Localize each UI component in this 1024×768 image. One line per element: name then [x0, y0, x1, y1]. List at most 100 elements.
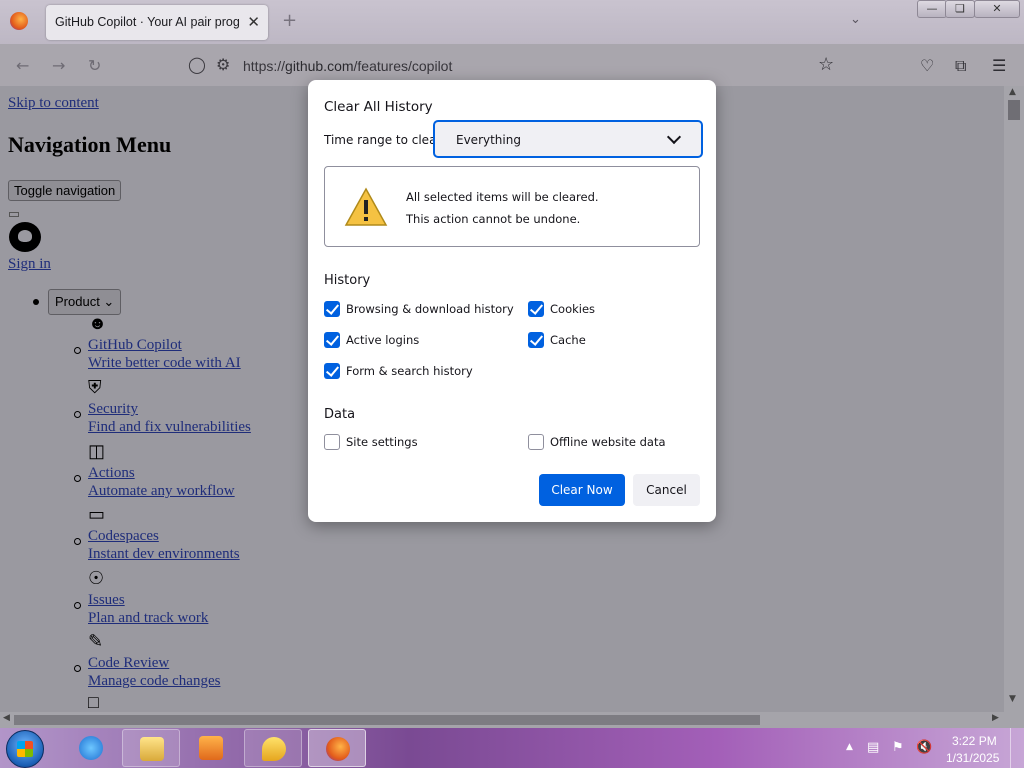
vertical-scroll-thumb[interactable] [1008, 100, 1020, 120]
pocket-icon[interactable]: ♡ [920, 56, 934, 75]
toggle-navigation-button[interactable]: Toggle navigation [8, 180, 122, 201]
horizontal-scrollbar[interactable]: ◀ ▶ [0, 712, 1004, 728]
scroll-down-icon[interactable]: ▼ [1009, 694, 1016, 704]
hamburger-menu-icon[interactable]: ☰ [992, 56, 1006, 75]
tab-bar: GitHub Copilot · Your AI pair programmer… [0, 0, 1024, 44]
menu-item-title[interactable]: Actions [88, 465, 135, 482]
start-button[interactable] [6, 730, 44, 768]
cookies-checkbox[interactable]: Cookies [528, 301, 618, 319]
form-search-history-checkbox[interactable]: Form & search history [324, 363, 484, 381]
clear-history-dialog: Clear All History Time range to clear: E… [308, 80, 716, 522]
action-center-flag-icon[interactable]: ⚑ [892, 740, 904, 755]
bookmark-star-icon[interactable]: ☆ [818, 54, 834, 75]
checkbox-checked[interactable] [324, 301, 340, 317]
extensions-puzzle-icon[interactable]: ⧉ [955, 56, 966, 76]
close-window-button[interactable]: ✕ [974, 0, 1020, 18]
github-logo-icon[interactable] [9, 222, 41, 252]
product-label: Product [55, 294, 100, 309]
menu-item-desc[interactable]: Plan and track work [88, 610, 208, 627]
sign-in-link[interactable]: Sign in [8, 256, 51, 273]
clock-time[interactable]: 3:22 PM [952, 734, 997, 748]
list-all-tabs-icon[interactable]: ⌄ [850, 12, 861, 27]
checkbox-label: Cookies [550, 302, 596, 316]
show-desktop-button[interactable] [1010, 728, 1024, 768]
taskbar-internet-explorer[interactable] [62, 729, 120, 767]
tracking-shield-icon[interactable]: ◯ [188, 55, 206, 74]
site-permissions-icon[interactable]: ⚙ [216, 55, 230, 74]
clear-now-button[interactable]: Clear Now [539, 474, 625, 506]
checkbox-checked[interactable] [528, 332, 544, 348]
shield-check-icon: ⛨ [88, 377, 102, 397]
time-range-value: Everything [456, 133, 521, 147]
list-circle [74, 411, 81, 418]
media-player-icon [199, 736, 223, 760]
menu-item-title[interactable]: Security [88, 401, 138, 418]
taskbar: ▲ ▤ ⚑ 🔇 3:22 PM 1/31/2025 [0, 728, 1024, 768]
show-hidden-icons[interactable]: ▲ [846, 742, 853, 752]
taskbar-file-explorer[interactable] [122, 729, 180, 767]
list-circle [74, 665, 81, 672]
menu-item-desc[interactable]: Write better code with AI [88, 355, 241, 372]
cancel-button[interactable]: Cancel [633, 474, 700, 506]
checkbox-checked[interactable] [324, 332, 340, 348]
menu-item-title[interactable]: Codespaces [88, 528, 159, 545]
menu-item-desc[interactable]: Manage code changes [88, 673, 220, 690]
taskbar-chat-app[interactable] [244, 729, 302, 767]
forward-arrow-icon[interactable]: → [52, 56, 65, 75]
url-bar[interactable]: https://github.com/features/copilot [243, 58, 452, 74]
tab-github-copilot[interactable]: GitHub Copilot · Your AI pair programmer… [46, 5, 268, 40]
menu-item-desc[interactable]: Automate any workflow [88, 483, 235, 500]
chevron-down-icon [666, 129, 682, 145]
list-bullet [33, 299, 39, 305]
volume-muted-icon[interactable]: 🔇 [916, 740, 932, 755]
active-logins-checkbox[interactable]: Active logins [324, 332, 444, 350]
network-icon[interactable]: ▤ [867, 740, 879, 755]
scroll-up-icon[interactable]: ▲ [1009, 87, 1016, 97]
reload-icon[interactable]: ↻ [88, 56, 101, 75]
menu-item-title[interactable]: Code Review [88, 655, 169, 672]
product-menu-button[interactable]: Product ⌄ [48, 289, 122, 315]
checkbox-checked[interactable] [528, 301, 544, 317]
speech-bubble-icon [262, 737, 286, 761]
firefox-icon [10, 12, 28, 30]
menu-item-desc[interactable]: Instant dev environments [88, 546, 240, 563]
list-circle [74, 538, 81, 545]
checkbox-label: Browsing & download history [346, 302, 514, 316]
warning-box: All selected items will be cleared. This… [324, 166, 700, 247]
warning-icon [344, 187, 388, 226]
offline-website-data-checkbox[interactable]: Offline website data [528, 434, 678, 452]
taskbar-media-player[interactable] [182, 729, 240, 767]
horizontal-scroll-thumb[interactable] [14, 715, 760, 725]
clock-date[interactable]: 1/31/2025 [946, 751, 999, 765]
checkbox-label: Form & search history [346, 364, 473, 378]
codespaces-icon: ▭ [88, 504, 106, 524]
checkbox-checked[interactable] [324, 363, 340, 379]
scroll-left-icon[interactable]: ◀ [3, 713, 10, 723]
navigation-menu-heading: Navigation Menu [8, 132, 172, 157]
warning-text-line1: All selected items will be cleared. [406, 190, 599, 204]
restore-window-button[interactable]: ❏ [945, 0, 975, 18]
checkbox-unchecked[interactable] [324, 434, 340, 450]
close-tab-icon[interactable]: ✕ [247, 13, 260, 31]
checkbox-unchecked[interactable] [528, 434, 544, 450]
collapsed-control[interactable] [9, 212, 19, 217]
taskbar-firefox[interactable] [308, 729, 366, 767]
folder-icon [140, 737, 164, 761]
menu-item-title[interactable]: Issues [88, 592, 125, 609]
time-range-label: Time range to clear: [324, 133, 446, 147]
minimize-window-button[interactable]: — [917, 0, 947, 18]
list-circle [74, 347, 81, 354]
skip-to-content-link[interactable]: Skip to content [8, 95, 99, 112]
cache-checkbox[interactable]: Cache [528, 332, 618, 350]
browsing-history-checkbox[interactable]: Browsing & download history [324, 301, 514, 319]
scroll-right-icon[interactable]: ▶ [992, 713, 999, 723]
menu-item-title[interactable]: GitHub Copilot [88, 337, 182, 354]
code-review-icon: ✎ [88, 631, 104, 651]
back-arrow-icon[interactable]: ← [16, 56, 29, 75]
vertical-scrollbar[interactable]: ▲ ▼ [1004, 86, 1024, 712]
time-range-select[interactable]: Everything [433, 120, 703, 158]
site-settings-checkbox[interactable]: Site settings [324, 434, 434, 452]
menu-item-desc[interactable]: Find and fix vulnerabilities [88, 419, 251, 436]
new-tab-icon[interactable]: + [282, 10, 297, 31]
firefox-icon [326, 737, 350, 761]
